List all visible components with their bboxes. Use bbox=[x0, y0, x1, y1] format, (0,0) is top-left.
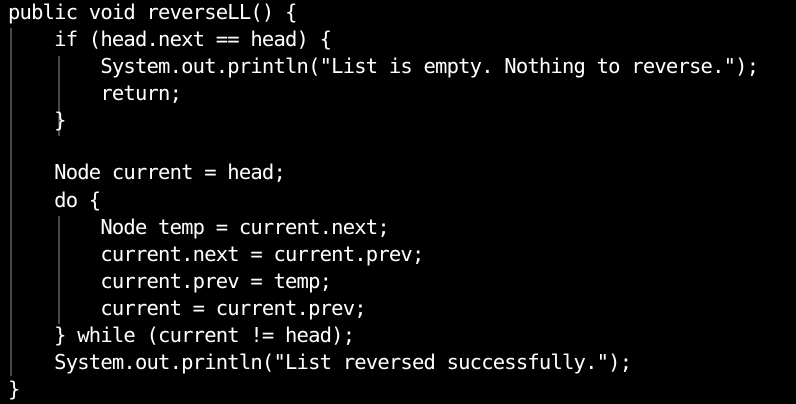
code-line: } bbox=[8, 108, 66, 132]
code-line: do { bbox=[8, 188, 101, 212]
code-line: System.out.println("List is empty. Nothi… bbox=[8, 54, 759, 78]
code-line: Node temp = current.next; bbox=[8, 215, 389, 239]
code-line: System.out.println("List reversed succes… bbox=[8, 350, 632, 374]
code-editor[interactable]: public void reverseLL() { if (head.next … bbox=[0, 0, 796, 404]
code-line: return; bbox=[8, 81, 182, 105]
code-line: current.prev = temp; bbox=[8, 269, 332, 293]
code-line: current.next = current.prev; bbox=[8, 242, 424, 266]
code-line: } bbox=[8, 377, 20, 401]
code-line: current = current.prev; bbox=[8, 296, 366, 320]
code-line: if (head.next == head) { bbox=[8, 27, 332, 51]
code-line: public void reverseLL() { bbox=[8, 0, 297, 24]
code-line: Node current = head; bbox=[8, 160, 286, 184]
code-line: } while (current != head); bbox=[8, 323, 355, 347]
